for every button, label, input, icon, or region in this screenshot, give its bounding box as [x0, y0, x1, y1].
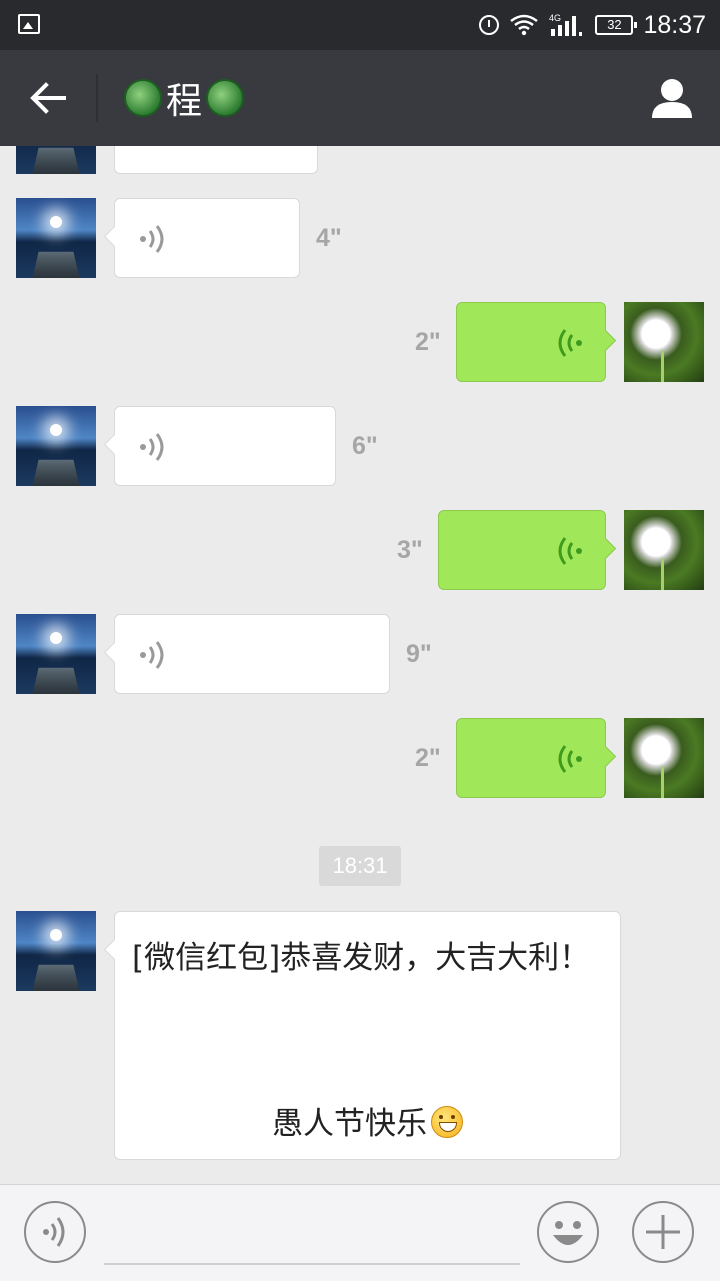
voice-message-bubble[interactable]: [114, 614, 390, 694]
voice-wave-icon: [140, 225, 164, 253]
voice-input-button[interactable]: [24, 1201, 86, 1263]
voice-duration: 9": [406, 640, 432, 668]
voice-duration: 2": [415, 328, 441, 356]
chat-area[interactable]: 4" 2" 6" 3" 9" 2" 18:31 [微信红包]恭喜发财，大吉大利！…: [0, 146, 720, 1184]
message-text-line-2: 愚人节快乐: [115, 1098, 620, 1143]
chat-title[interactable]: 程: [124, 74, 245, 122]
my-avatar[interactable]: [624, 510, 704, 590]
status-bar: 4G 32 18:37: [0, 0, 720, 50]
my-avatar[interactable]: [624, 302, 704, 382]
status-icons: 4G 32 18:37: [479, 0, 706, 50]
input-bar: [0, 1184, 720, 1281]
more-button[interactable]: [632, 1201, 694, 1263]
voice-wave-icon: [140, 641, 164, 669]
voice-message-bubble[interactable]: [456, 302, 606, 382]
message-text: 愚人节快乐: [272, 1106, 427, 1142]
contact-avatar[interactable]: [16, 911, 96, 991]
profile-button[interactable]: [650, 76, 694, 120]
alarm-icon: [479, 15, 500, 35]
contact-avatar[interactable]: [16, 614, 96, 694]
voice-message-bubble[interactable]: [114, 198, 300, 278]
dragon-emoji-icon: [124, 79, 162, 117]
dragon-emoji-icon: [206, 79, 245, 117]
voice-wave-icon: [558, 329, 582, 357]
smiley-icon: [553, 1221, 583, 1245]
message-timestamp: 18:31: [319, 846, 401, 886]
voice-duration: 3": [397, 536, 423, 564]
voice-wave-icon: [558, 745, 582, 773]
contact-avatar[interactable]: [16, 406, 96, 486]
contact-avatar[interactable]: [16, 146, 96, 174]
arrow-left-icon: [30, 82, 66, 114]
voice-duration: 4": [316, 224, 342, 252]
status-time: 18:37: [643, 10, 706, 39]
chat-title-text: 程: [166, 81, 203, 122]
network-type-label: 4G: [549, 13, 561, 23]
voice-icon: [43, 1217, 65, 1247]
plus-icon: [646, 1215, 680, 1249]
voice-message-bubble[interactable]: [114, 146, 318, 174]
voice-message-bubble[interactable]: [114, 406, 336, 486]
text-message-bubble[interactable]: [微信红包]恭喜发财，大吉大利！ 愚人节快乐: [114, 911, 621, 1160]
back-button[interactable]: [28, 78, 68, 118]
voice-duration: 2": [415, 744, 441, 772]
voice-message-bubble[interactable]: [456, 718, 606, 798]
contact-avatar[interactable]: [16, 198, 96, 278]
image-notification-icon: [18, 14, 40, 34]
emoji-button[interactable]: [537, 1201, 599, 1263]
message-text-line: [微信红包]恭喜发财，大吉大利！: [132, 940, 591, 976]
voice-duration: 6": [352, 432, 378, 460]
battery-icon: 32: [595, 15, 638, 35]
signal-icon: 4G: [549, 12, 585, 38]
grin-emoji-icon: [431, 1106, 463, 1138]
voice-message-bubble[interactable]: [438, 510, 606, 590]
title-divider: [96, 74, 98, 122]
wifi-icon: [509, 14, 539, 36]
voice-wave-icon: [140, 433, 164, 461]
person-icon: [652, 79, 692, 118]
my-avatar[interactable]: [624, 718, 704, 798]
message-input[interactable]: [104, 1263, 520, 1265]
voice-wave-icon: [558, 537, 582, 565]
title-bar: 程: [0, 50, 720, 146]
